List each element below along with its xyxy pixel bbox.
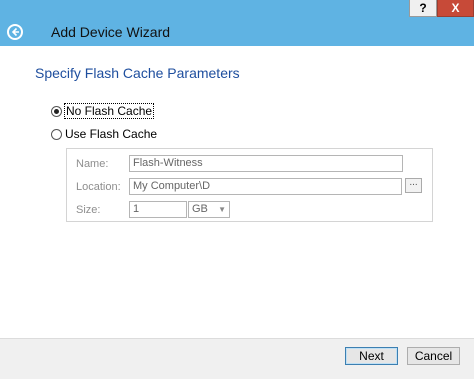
use-flash-cache-radio[interactable] xyxy=(51,128,62,140)
location-label: Location: xyxy=(76,181,121,193)
size-label: Size: xyxy=(76,204,101,216)
help-button[interactable]: ? xyxy=(409,0,437,17)
footer-bar xyxy=(0,338,474,379)
size-unit-value: GB xyxy=(192,203,208,215)
page-heading: Specify Flash Cache Parameters xyxy=(35,65,240,81)
use-flash-cache-option[interactable]: Use Flash Cache xyxy=(51,126,157,142)
close-button[interactable]: X xyxy=(437,0,474,17)
name-label: Name: xyxy=(76,158,109,170)
cancel-button[interactable]: Cancel xyxy=(407,347,460,365)
cancel-button-label: Cancel xyxy=(414,349,453,363)
title-bar: ? X Add Device Wizard xyxy=(0,0,474,46)
no-flash-cache-option[interactable]: No Flash Cache xyxy=(51,103,155,119)
wizard-title: Add Device Wizard xyxy=(51,24,171,40)
browse-button[interactable]: ... xyxy=(405,178,422,193)
no-flash-cache-radio[interactable] xyxy=(51,105,62,117)
next-button-label: Next xyxy=(359,349,384,363)
use-flash-cache-label[interactable]: Use Flash Cache xyxy=(65,127,157,141)
next-button[interactable]: Next xyxy=(345,347,398,365)
chevron-down-icon: ▼ xyxy=(218,205,226,214)
back-arrow-icon[interactable] xyxy=(7,24,23,40)
size-field[interactable]: 1 xyxy=(129,201,187,218)
location-field[interactable]: My Computer\D xyxy=(129,178,402,195)
size-unit-select[interactable]: GB ▼ xyxy=(188,201,230,218)
name-field[interactable]: Flash-Witness xyxy=(129,155,403,172)
no-flash-cache-label[interactable]: No Flash Cache xyxy=(63,103,155,119)
